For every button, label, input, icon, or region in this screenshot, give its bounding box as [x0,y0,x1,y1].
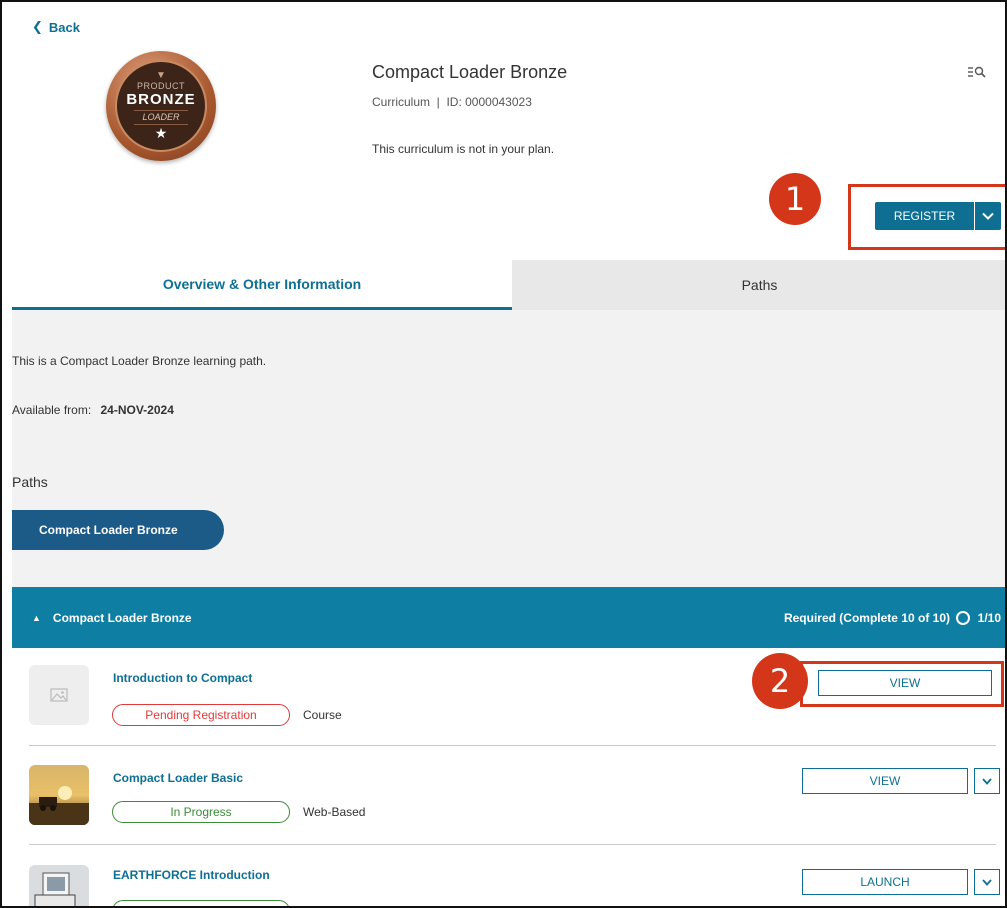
path-progress-count: 1/10 [977,610,1001,625]
curriculum-badge: ▼ PRODUCT BRONZE LOADER ★ [106,51,216,161]
paths-heading: Paths [12,474,48,490]
course-type: Web-Based [303,904,365,906]
tab-paths[interactable]: Paths [512,260,1005,310]
page-title: Compact Loader Bronze [372,62,568,82]
callout-box-2 [800,661,1004,707]
course-title[interactable]: EARTHFORCE Introduction [113,868,270,882]
path-section-name: Compact Loader Bronze [52,610,192,625]
chevron-down-icon [982,212,994,220]
image-placeholder-icon [50,688,68,702]
curriculum-description: This is a Compact Loader Bronze learning… [12,354,267,368]
path-section-header[interactable]: ▲ Compact Loader Bronze Required (Comple… [12,587,1005,648]
overview-panel: This is a Compact Loader Bronze learning… [12,310,1005,587]
course-row: Compact Loader Basic In Progress Web-Bas… [12,746,1000,844]
available-from: Available from: 24-NOV-2024 [12,403,174,417]
loader-sunset-image [29,765,89,825]
launch-button[interactable]: LAUNCH [802,869,968,895]
tab-bar: Overview & Other Information Paths [12,260,1005,310]
chevron-left-icon: ❮ [32,19,43,34]
badge-line3: LOADER [134,110,188,125]
available-date: 24-NOV-2024 [100,403,174,417]
curriculum-meta: Curriculum | ID: 0000043023 [372,95,532,109]
back-link[interactable]: ❮ Back [32,19,80,35]
progress-circle-icon [956,610,970,625]
chevron-down-icon [982,777,992,785]
available-label: Available from: [12,403,92,417]
course-title[interactable]: Compact Loader Basic [113,771,243,785]
badge-inner: ▼ PRODUCT BRONZE LOADER ★ [115,60,207,152]
course-thumbnail [29,765,89,825]
path-requirement: Required (Complete 10 of 10) [783,610,950,625]
path-pill-button[interactable]: Compact Loader Bronze [12,510,224,550]
course-thumbnail [29,865,89,906]
chevron-down-icon [982,878,992,886]
badge-line2: BRONZE [126,91,196,108]
course-thumbnail [29,665,89,725]
star-icon: ★ [154,125,168,141]
status-badge: In Progress [112,900,290,906]
course-title[interactable]: Introduction to Compact [113,671,252,685]
register-button[interactable]: REGISTER [875,202,974,230]
course-type: Course [303,708,342,722]
course-type: Web-Based [303,805,366,819]
view-button[interactable]: VIEW [802,768,968,794]
status-badge: Pending Registration [112,704,290,726]
course-row: EARTHFORCE Introduction In Progress Web-… [12,845,1000,906]
bobcat-logo-icon: ▼ [156,70,166,81]
page-frame: ❮ Back ▼ PRODUCT BRONZE LOADER ★ Compact… [0,0,1007,908]
details-search-icon[interactable] [967,64,987,80]
caret-up-icon: ▲ [32,612,41,623]
callout-2: 2 [752,653,808,709]
loader-machine-image [29,865,89,906]
status-badge: In Progress [112,801,290,823]
back-label: Back [48,19,80,35]
tab-overview[interactable]: Overview & Other Information [12,260,512,310]
register-dropdown-button[interactable] [975,202,1001,230]
action-dropdown-button[interactable] [974,768,1000,794]
action-dropdown-button[interactable] [974,869,1000,895]
plan-note: This curriculum is not in your plan. [372,142,555,156]
callout-1: 1 [769,173,821,225]
